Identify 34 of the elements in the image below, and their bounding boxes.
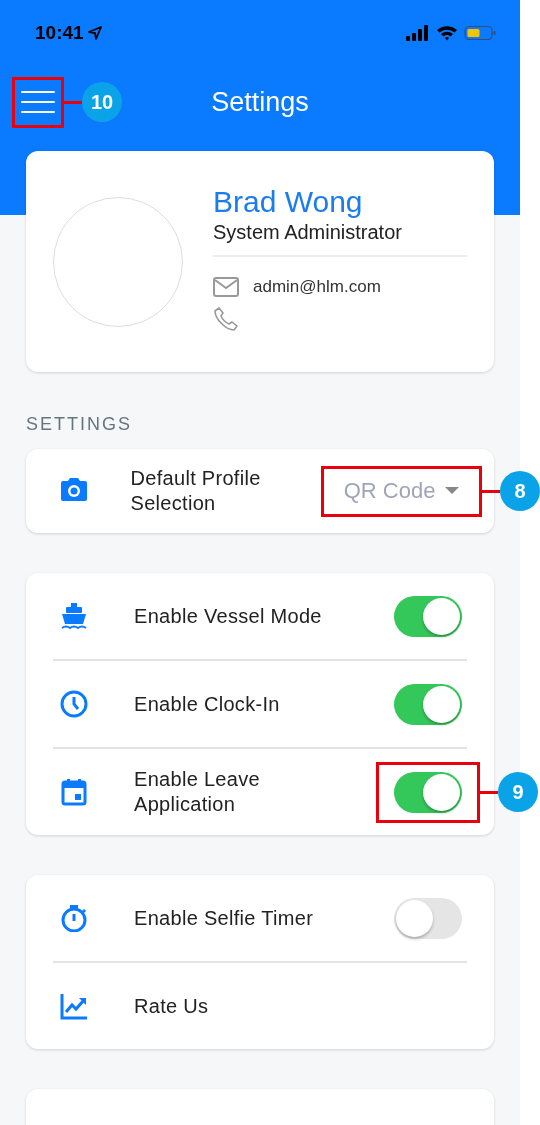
leader-line bbox=[482, 489, 500, 493]
setting-label: Enable Clock-In bbox=[134, 691, 281, 717]
toggle-switch[interactable] bbox=[394, 897, 462, 939]
leader-line bbox=[64, 100, 82, 104]
location-arrow-icon bbox=[87, 26, 102, 40]
clock-icon bbox=[59, 690, 89, 718]
caret-icon[interactable] bbox=[445, 487, 460, 495]
setting-label: Rate Us bbox=[134, 993, 210, 1019]
status-time: 10:41 bbox=[35, 22, 84, 44]
stopwatch-icon bbox=[59, 904, 89, 932]
toggle-switch[interactable] bbox=[394, 683, 462, 725]
signal-icon bbox=[406, 25, 430, 41]
menu-icon[interactable] bbox=[21, 90, 55, 114]
battery-icon bbox=[464, 25, 496, 41]
toggle-switch[interactable] bbox=[394, 771, 462, 813]
profile-name: Brad Wong bbox=[213, 184, 364, 219]
setting-label: Enable Selfie Timer bbox=[134, 905, 315, 931]
section-label: SETTINGS bbox=[26, 414, 133, 435]
toggle-switch[interactable] bbox=[394, 595, 462, 637]
ship-icon bbox=[59, 602, 89, 630]
phone-icon bbox=[213, 305, 239, 332]
leader-line bbox=[480, 790, 498, 794]
profile-role: System Administrator bbox=[213, 219, 403, 245]
setting-label: Enable Leave Application bbox=[134, 767, 261, 817]
setting-label: Default Profile Selection bbox=[130, 466, 262, 516]
trending-chart-icon bbox=[59, 992, 89, 1020]
screen-title: Settings bbox=[211, 86, 309, 118]
wifi-icon bbox=[436, 25, 458, 41]
calendar-icon bbox=[59, 778, 89, 806]
profile-dropdown[interactable]: QR Code bbox=[321, 465, 482, 517]
mail-icon bbox=[213, 276, 239, 297]
highlight-frame bbox=[12, 76, 64, 128]
email-text: admin@hlm.com bbox=[253, 276, 381, 297]
setting-label: Enable Vessel Mode bbox=[134, 603, 323, 629]
